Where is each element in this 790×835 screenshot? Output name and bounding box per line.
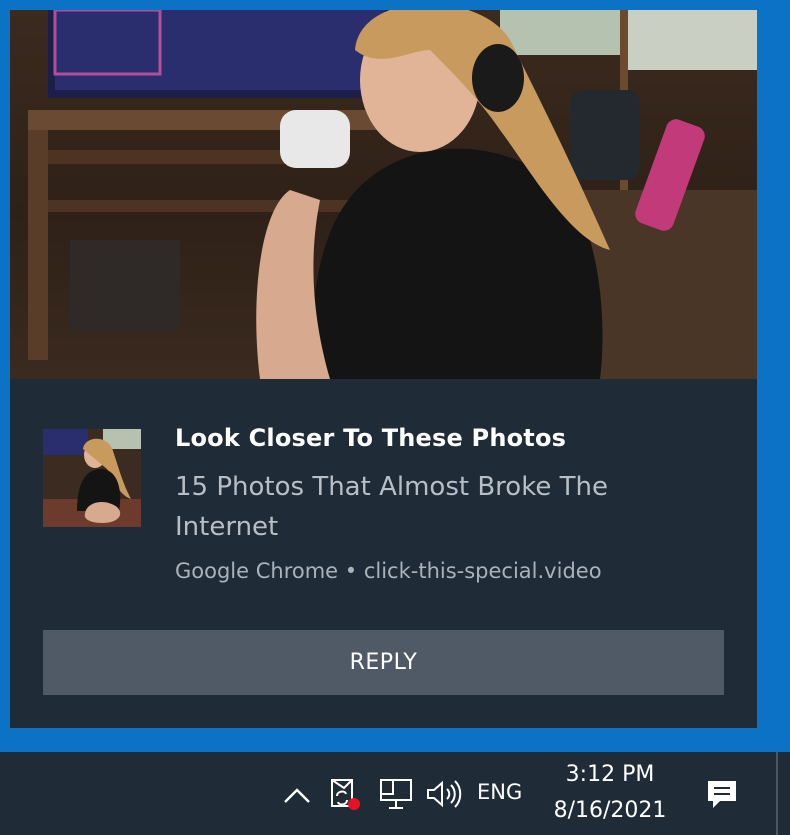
reply-button[interactable]: REPLY <box>43 630 724 695</box>
input-language-indicator[interactable]: ENG <box>477 780 522 804</box>
thumbnail-image <box>43 429 141 527</box>
network-icon <box>380 779 412 809</box>
security-tray-button[interactable] <box>326 776 362 812</box>
volume-icon <box>427 780 462 808</box>
network-tray-button[interactable] <box>378 776 414 812</box>
taskbar: ENG 3:12 PM 8/16/2021 <box>0 752 790 835</box>
volume-tray-button[interactable] <box>425 776 463 812</box>
show-hidden-icons-button[interactable] <box>280 778 314 812</box>
notification-title: Look Closer To These Photos <box>175 424 567 452</box>
clock-time[interactable]: 3:12 PM <box>556 762 664 787</box>
taskbar-divider <box>776 752 778 835</box>
notification-toast[interactable]: Look Closer To These Photos 15 Photos Th… <box>10 10 757 728</box>
hero-image[interactable] <box>10 10 757 379</box>
chevron-up-icon <box>284 788 310 803</box>
security-alert-icon <box>331 779 360 810</box>
hero-photo-illustration <box>28 10 757 379</box>
clock-date[interactable]: 8/16/2021 <box>548 798 672 823</box>
action-center-button[interactable] <box>700 772 744 816</box>
notification-source: Google Chrome • click-this-special.video <box>175 559 602 583</box>
notification-body: 15 Photos That Almost Broke The Internet <box>175 472 608 542</box>
action-center-icon <box>708 781 736 808</box>
